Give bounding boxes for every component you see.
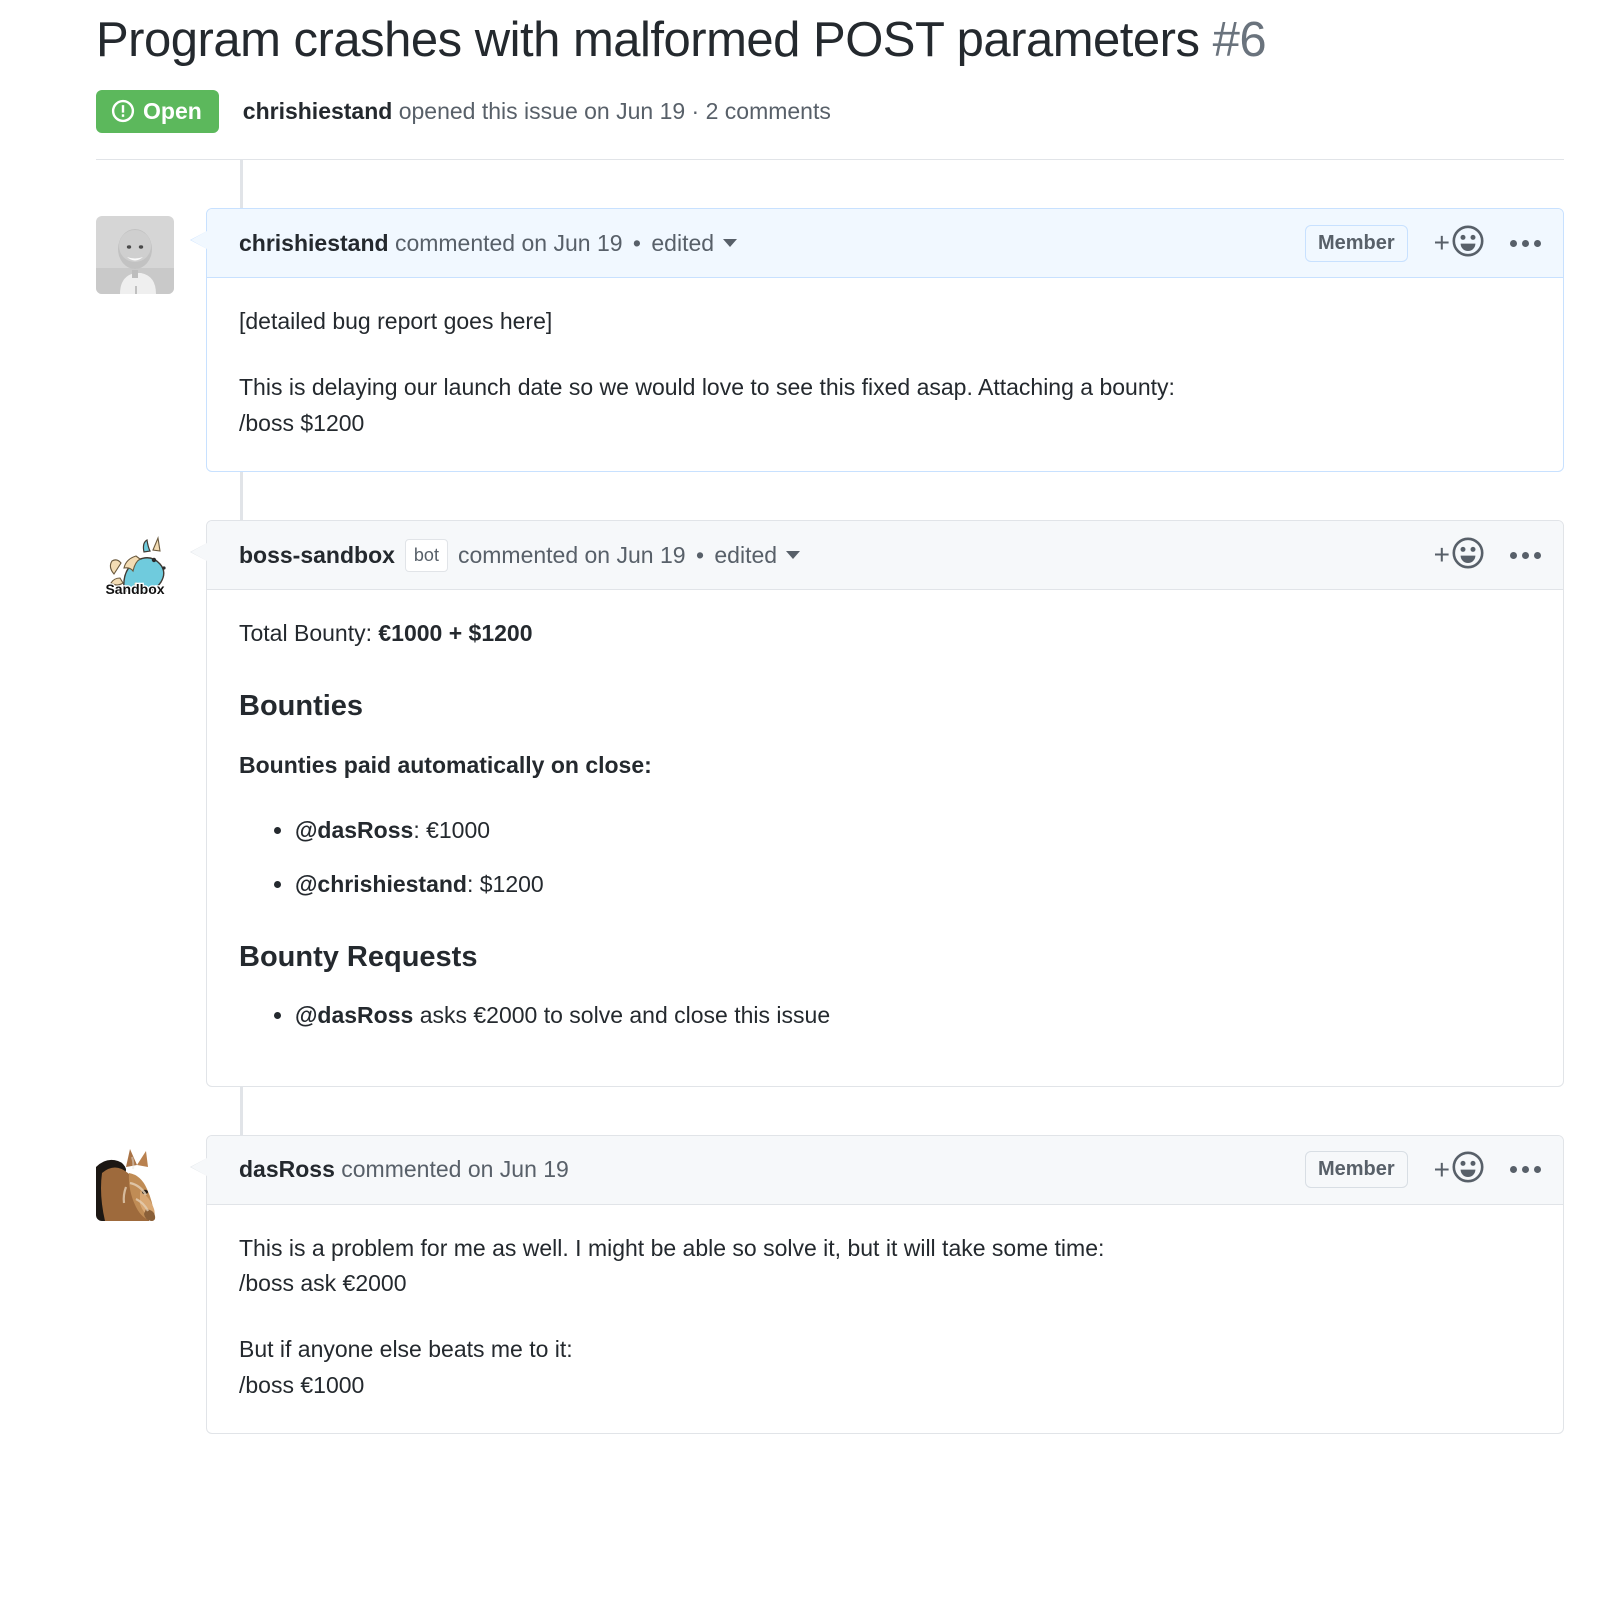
request-text: asks €2000 to solve and close this issue <box>413 1002 831 1029</box>
issue-opened-icon <box>111 99 135 123</box>
comment-bubble: boss-sandbox bot commented on Jun 19 • edi… <box>190 520 1564 1087</box>
plus-icon: + <box>1433 227 1450 259</box>
total-bounty-value: €1000 + $1200 <box>378 620 533 647</box>
comment-edited-label[interactable]: edited <box>714 542 777 569</box>
role-badge: Member <box>1304 224 1408 262</box>
issue-title-text: Program crashes with malformed POST para… <box>96 13 1200 67</box>
comment-author[interactable]: chrishiestand <box>239 230 389 257</box>
issue-meta-rest: opened this issue on Jun 19 · 2 comments <box>392 98 831 125</box>
comment-body: This is a problem for me as well. I migh… <box>207 1205 1563 1434</box>
comment-line: But if anyone else beats me to it: <box>239 1336 573 1363</box>
comment-line: /boss ask €2000 <box>239 1270 407 1297</box>
comment-header: dasRoss commented on Jun 19 Member + <box>207 1135 1563 1205</box>
bounties-paid-label-text: Bounties paid automatically on close: <box>239 751 652 778</box>
comment-byline: dasRoss commented on Jun 19 <box>239 1156 569 1183</box>
comment-action: commented on Jun 19 <box>457 541 686 568</box>
comment-author[interactable]: boss-sandbox <box>239 542 395 569</box>
add-reaction-button[interactable]: + <box>1434 537 1484 574</box>
svg-text:Sandbox: Sandbox <box>105 581 164 597</box>
section-heading-bounties: Bounties <box>239 689 364 722</box>
chevron-down-icon[interactable] <box>786 551 801 560</box>
comment-action: commented on Jun 19 <box>394 229 623 256</box>
comment-body: [detailed bug report goes here] This is … <box>207 278 1563 471</box>
avatar[interactable] <box>96 216 174 295</box>
comment-separator: • <box>695 541 704 568</box>
comment-line: /boss $1200 <box>239 409 365 436</box>
comment-action: commented on Jun 19 <box>341 1156 569 1183</box>
kebab-horizontal-icon[interactable] <box>1510 551 1541 559</box>
comment-dasross: dasRoss commented on Jun 19 Member + Thi… <box>96 1134 1564 1435</box>
list-item: @dasRoss asks €2000 to solve and close t… <box>295 998 1531 1034</box>
issue-author[interactable]: chrishiestand <box>243 98 393 124</box>
issue-number: #6 <box>1212 13 1267 67</box>
avatar-unicorn-sandbox: Sandbox <box>96 528 174 607</box>
comment-author[interactable]: dasRoss <box>239 1156 335 1183</box>
mention[interactable]: @dasRoss <box>295 1002 413 1028</box>
comment-separator: • <box>632 229 641 256</box>
comment-timeline: chrishiestand commented on Jun 19 • edit… <box>0 160 1600 1435</box>
comment-chrishiestand: chrishiestand commented on Jun 19 • edit… <box>96 208 1564 473</box>
smiley-icon <box>1452 1151 1484 1188</box>
comment-line: /boss €1000 <box>239 1371 365 1398</box>
avatar[interactable] <box>96 1142 174 1221</box>
comment-paragraph: But if anyone else beats me to it: /boss … <box>239 1332 1531 1403</box>
amount: : €1000 <box>413 817 491 844</box>
comment-header-actions: Member + <box>1304 224 1541 262</box>
comment-paragraph: This is delaying our launch date so we w… <box>239 370 1531 441</box>
avatar[interactable]: Sandbox <box>96 528 174 607</box>
comment-byline: boss-sandbox bot commented on Jun 19 • edi… <box>239 538 801 572</box>
comment-edited-label[interactable]: edited <box>651 230 714 257</box>
comment-line: This is a problem for me as well. I migh… <box>239 1234 1105 1261</box>
bounty-requests-list: @dasRoss asks €2000 to solve and close t… <box>239 998 1531 1034</box>
comment-line: This is delaying our launch date so we w… <box>239 373 1175 400</box>
kebab-horizontal-icon[interactable] <box>1510 1166 1541 1174</box>
comment-paragraph: [detailed bug report goes here] <box>239 308 553 335</box>
total-bounty-label: Total Bounty: <box>239 620 379 647</box>
bot-badge: bot <box>404 538 448 572</box>
chevron-down-icon[interactable] <box>723 239 738 248</box>
page-title: Program crashes with malformed POST para… <box>96 12 1564 68</box>
comment-header-actions: + <box>1408 537 1541 574</box>
plus-icon: + <box>1433 1153 1450 1185</box>
amount: : $1200 <box>466 870 544 897</box>
comment-bubble: dasRoss commented on Jun 19 Member + Thi… <box>190 1134 1564 1435</box>
avatar-person-photo <box>96 216 174 295</box>
issue-meta: Open chrishiestand opened this issue on … <box>96 90 1564 161</box>
avatar-horse-photo <box>96 1142 174 1221</box>
comment-byline: chrishiestand commented on Jun 19 • edit… <box>239 229 738 257</box>
comment-header-actions: Member + <box>1304 1151 1541 1189</box>
bounties-paid-list: @dasRoss: €1000 @chrishiestand: $1200 <box>239 813 1531 902</box>
bounties-paid-label: Bounties paid automatically on close: <box>239 748 1531 784</box>
comment-bubble: chrishiestand commented on Jun 19 • edit… <box>190 208 1564 473</box>
add-reaction-button[interactable]: + <box>1434 1151 1484 1188</box>
status-badge[interactable]: Open <box>96 90 219 134</box>
comment-body: Total Bounty: €1000 + $1200 Bounties Bou… <box>207 590 1563 1086</box>
total-bounty-line: Total Bounty: €1000 + $1200 <box>239 616 1531 652</box>
issue-meta-text: chrishiestand opened this issue on Jun 1… <box>243 100 831 123</box>
plus-icon: + <box>1433 539 1450 571</box>
comment-boss-sandbox: Sandbox boss-sandbox bot commented on Jun … <box>96 520 1564 1087</box>
add-reaction-button[interactable]: + <box>1434 225 1484 262</box>
mention[interactable]: @dasRoss <box>295 817 413 843</box>
list-item: @chrishiestand: $1200 <box>295 867 1531 903</box>
role-badge: Member <box>1304 1151 1408 1189</box>
mention[interactable]: @chrishiestand <box>295 871 467 897</box>
kebab-horizontal-icon[interactable] <box>1510 239 1541 247</box>
issue-header: Program crashes with malformed POST para… <box>0 12 1600 161</box>
smiley-icon <box>1452 537 1484 574</box>
comment-header: chrishiestand commented on Jun 19 • edit… <box>207 209 1563 279</box>
issue-page: Program crashes with malformed POST para… <box>0 12 1600 1435</box>
comment-paragraph: This is a problem for me as well. I migh… <box>239 1231 1531 1302</box>
status-badge-label: Open <box>143 97 202 124</box>
section-heading-bounty-requests: Bounty Requests <box>239 940 478 973</box>
comment-header: boss-sandbox bot commented on Jun 19 • edi… <box>207 521 1563 591</box>
smiley-icon <box>1452 225 1484 262</box>
list-item: @dasRoss: €1000 <box>295 813 1531 849</box>
